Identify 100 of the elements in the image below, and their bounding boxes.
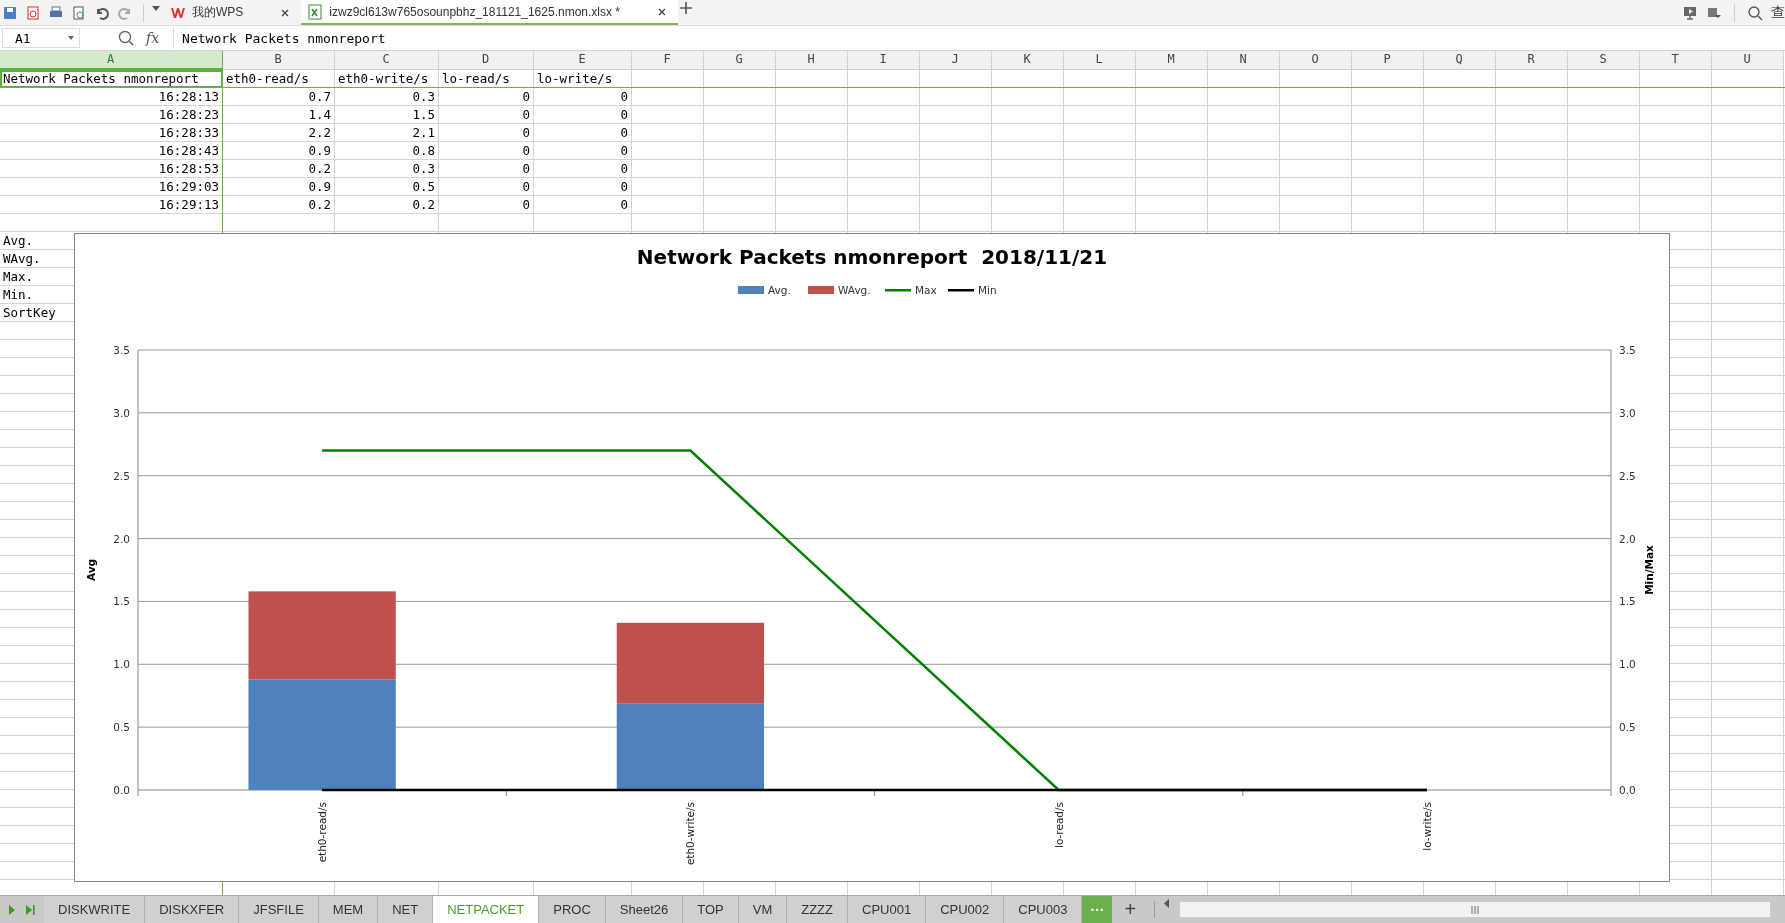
axis-tick-label: 0.0 — [1619, 784, 1636, 796]
table-cell-text: 0.3 — [411, 88, 436, 106]
column-header[interactable]: A — [0, 51, 223, 70]
sheet-tab[interactable]: DISKWRITE — [44, 896, 146, 923]
search-label[interactable]: 查 — [1771, 3, 1785, 22]
category-label: eth0-read/s — [316, 802, 329, 863]
column-header[interactable]: D — [439, 51, 534, 70]
name-box[interactable]: A1 — [2, 28, 80, 48]
insert-function-button[interactable]: fx — [146, 30, 160, 46]
table-cell-text: 16:28:43 — [157, 142, 220, 160]
sheet-tab[interactable]: VM — [738, 896, 788, 923]
axis-tick-label: 2.5 — [113, 469, 130, 482]
sheet-tab[interactable]: MEM — [318, 896, 379, 923]
column-header[interactable]: G — [704, 51, 776, 70]
table-cell-text: 2.1 — [411, 124, 436, 142]
column-header[interactable]: N — [1208, 51, 1280, 70]
column-header[interactable]: B — [223, 51, 335, 70]
column-header[interactable]: S — [1568, 51, 1640, 70]
table-cell-text: 0 — [619, 142, 629, 160]
sheet-tab[interactable]: ZZZZ — [787, 896, 848, 923]
table-cell-text: 0 — [521, 142, 531, 160]
table-cell-text: 0 — [521, 160, 531, 178]
table-cell-text: 0 — [619, 88, 629, 106]
axis-tick-label: 1.0 — [1619, 658, 1636, 671]
sheet-tab[interactable]: TOP — [683, 896, 739, 923]
table-cell-text: 0 — [619, 160, 629, 178]
print-preview-icon[interactable] — [71, 4, 87, 21]
dropdown-caret-icon[interactable] — [67, 34, 75, 42]
sheet-tab[interactable]: DISKXFER — [145, 896, 240, 923]
table-cell-text: 0 — [521, 88, 531, 106]
tab-title: izwz9cl613w765osounpbhz_181121_1625.nmon.xlsx * — [329, 4, 620, 19]
presentation-icon[interactable] — [1682, 4, 1698, 21]
sheet-tab[interactable]: Sheet26 — [605, 896, 684, 923]
sheet-tab[interactable]: NET — [378, 896, 434, 923]
table-cell-text: 0.3 — [411, 160, 436, 178]
table-cell-text: 16:29:13 — [157, 196, 220, 214]
column-header[interactable]: E — [534, 51, 632, 70]
sheet-tab[interactable]: CPU001 — [848, 896, 927, 923]
table-cell-text: 2.2 — [307, 124, 332, 142]
axis-tick-label: 0.0 — [113, 784, 130, 796]
column-header[interactable]: F — [632, 51, 704, 70]
sheet-tab[interactable]: JFSFILE — [239, 896, 319, 923]
axis-tick-label: 1.5 — [1619, 595, 1636, 608]
sheet-tab[interactable]: CPU003 — [1004, 896, 1083, 923]
table-cell-text: 0 — [521, 196, 531, 214]
column-header[interactable]: P — [1352, 51, 1424, 70]
axis-tick-label: 0.5 — [113, 721, 130, 734]
table-cell-text: 0 — [521, 106, 531, 124]
axis-tick-label: 3.0 — [1619, 406, 1636, 419]
export-pdf-icon[interactable] — [25, 4, 41, 21]
table-cell-text: 16:28:53 — [157, 160, 220, 178]
row-label: WAvg. — [2, 250, 42, 268]
legend-item: WAvg. — [808, 284, 871, 296]
formula-input[interactable]: Network Packets nmonreport — [173, 27, 1785, 49]
table-cell-text: lo-write/s — [536, 70, 614, 88]
search-icon[interactable] — [1747, 4, 1763, 21]
table-cell-text: eth0-read/s — [225, 70, 310, 88]
category-label: lo-read/s — [1052, 802, 1065, 848]
column-header[interactable]: I — [848, 51, 920, 70]
table-cell-text: eth0-write/s — [337, 70, 430, 88]
row-label: Min. — [2, 286, 35, 304]
column-header[interactable]: Q — [1424, 51, 1496, 70]
table-cell-text: 0 — [619, 124, 629, 142]
table-cell-text: 1.4 — [307, 106, 332, 124]
table-cell-text: 0.2 — [307, 160, 332, 178]
document-tab[interactable]: izwz9cl613w765osounpbhz_181121_1625.nmon.xlsx * — [301, 0, 678, 25]
axis-tick-label: 0.5 — [1619, 721, 1636, 734]
cell-reference: A1 — [15, 30, 31, 46]
zoom-icon[interactable] — [118, 30, 134, 46]
column-header[interactable]: O — [1280, 51, 1352, 70]
table-cell-text: 16:28:33 — [157, 124, 220, 142]
column-header[interactable]: M — [1136, 51, 1208, 70]
axis-tick-label: 2.5 — [1619, 469, 1636, 482]
legend-item: Max — [885, 284, 937, 296]
sheet-tab[interactable]: PROC — [539, 896, 606, 923]
legend-label: Avg. — [768, 284, 791, 296]
sheet-tab[interactable]: CPU002 — [926, 896, 1005, 923]
column-header[interactable]: R — [1496, 51, 1568, 70]
column-header[interactable]: K — [992, 51, 1064, 70]
category-label: lo-write/s — [1420, 802, 1433, 851]
document-tab[interactable]: 我的WPS — [164, 0, 302, 25]
table-cell-text: 0.2 — [411, 196, 436, 214]
sheet-tab[interactable]: NETPACKET — [433, 896, 540, 923]
column-header[interactable]: T — [1640, 51, 1712, 70]
column-header[interactable]: U — [1712, 51, 1784, 70]
column-header[interactable]: L — [1064, 51, 1136, 70]
axis-tick-label: 1.5 — [113, 595, 130, 608]
horizontal-scrollbar[interactable] — [1179, 901, 1771, 918]
table-cell-text: 0.9 — [307, 178, 332, 196]
column-header[interactable]: H — [776, 51, 848, 70]
add-sheet-button[interactable]: + — [1112, 896, 1149, 923]
table-cell-text: 0 — [619, 178, 629, 196]
category-label: eth0-write/s — [684, 802, 697, 866]
row-label: Max. — [2, 268, 35, 286]
column-header[interactable]: J — [920, 51, 992, 70]
new-tab-icon[interactable] — [678, 0, 694, 16]
save-icon[interactable] — [2, 4, 18, 21]
column-header[interactable]: C — [335, 51, 439, 70]
axis-tick-label: 2.0 — [113, 532, 130, 545]
table-cell-text: 0 — [619, 106, 629, 124]
